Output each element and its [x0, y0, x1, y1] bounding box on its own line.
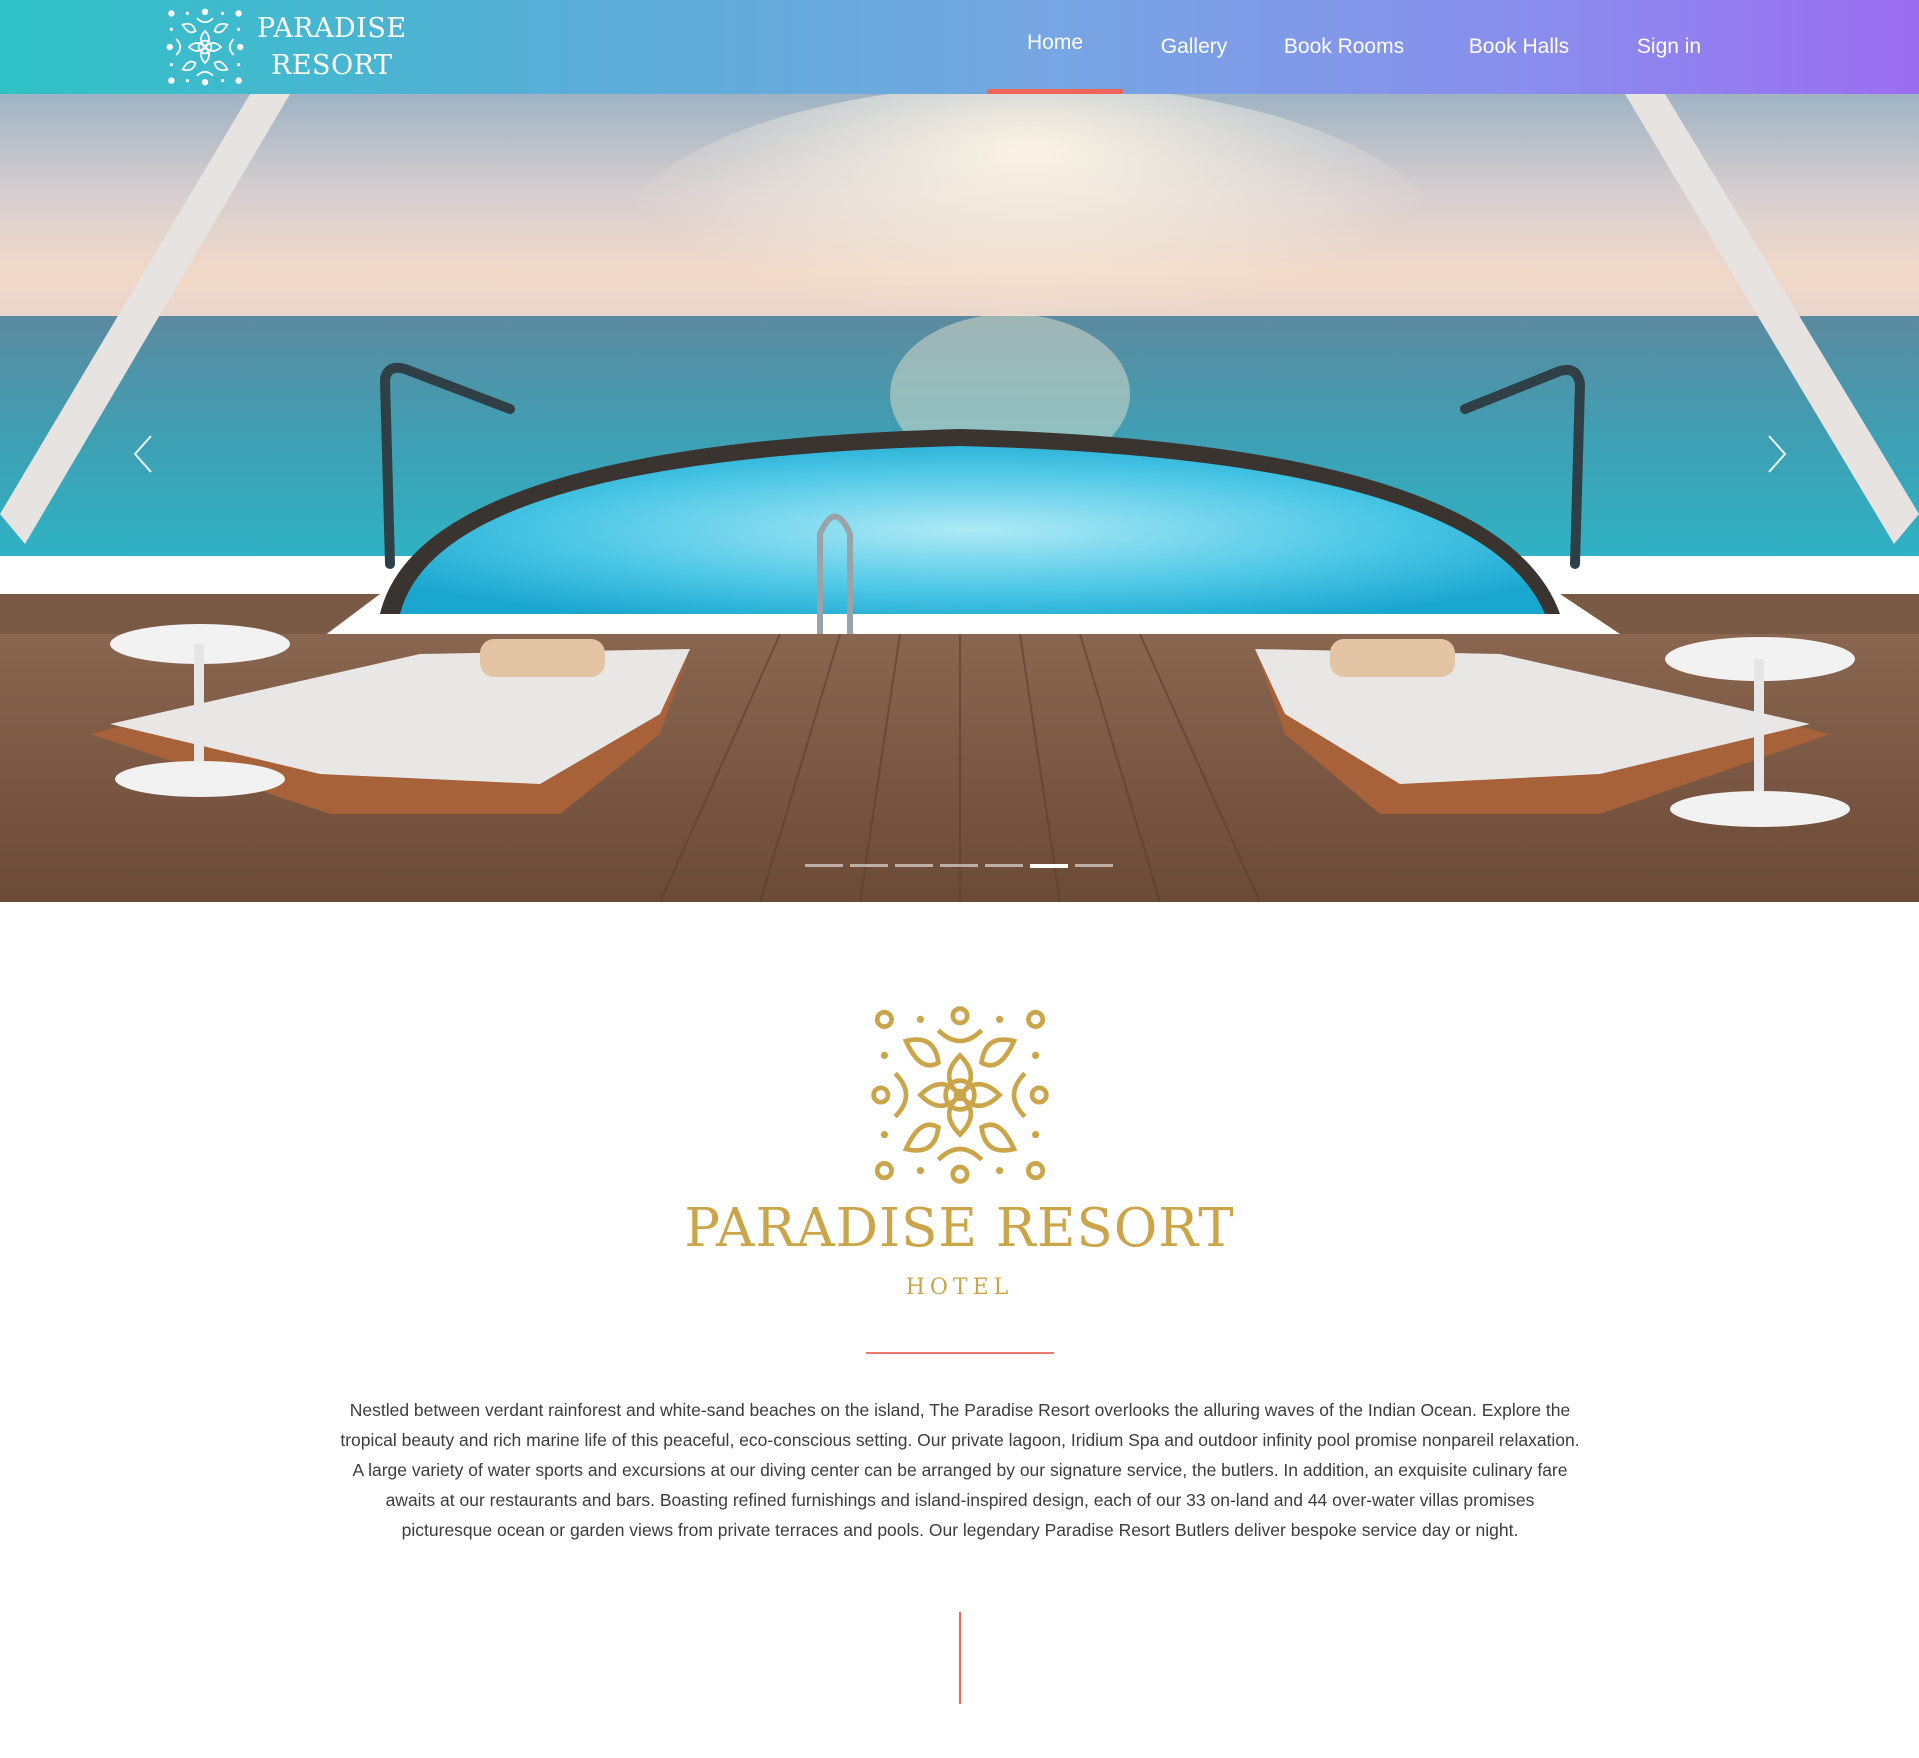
vertical-accent-line	[959, 1612, 961, 1704]
chevron-left-icon	[133, 435, 152, 473]
carousel-indicators	[805, 864, 1120, 874]
resort-description: Nestled between verdant rainforest and w…	[340, 1400, 1580, 1540]
nav-sign-in-label: Sign in	[1636, 35, 1702, 58]
chevron-right-icon	[1768, 435, 1787, 473]
carousel-indicator-1[interactable]	[805, 864, 843, 867]
resort-subtitle: HOTEL	[905, 1275, 1014, 1300]
nav-book-rooms[interactable]: Book Rooms	[1269, 0, 1419, 94]
hero-slide-image	[0, 94, 1919, 902]
nav-sign-in[interactable]: Sign in	[1609, 0, 1729, 94]
nav-book-halls-label: Book Halls	[1468, 35, 1570, 58]
carousel-indicator-7[interactable]	[1075, 864, 1113, 867]
carousel-indicator-6-active[interactable]	[1030, 864, 1068, 868]
resort-title: PARADISE RESORT	[684, 1198, 1235, 1259]
title-divider	[866, 1352, 1054, 1354]
carousel-next-button[interactable]	[1752, 424, 1802, 484]
nav-book-halls[interactable]: Book Halls	[1449, 0, 1589, 94]
ornament-logo-icon	[166, 8, 244, 86]
nav-home-label: Home	[1026, 31, 1084, 54]
nav-gallery[interactable]: Gallery	[1139, 0, 1249, 94]
nav-gallery-label: Gallery	[1160, 35, 1228, 58]
hero-carousel	[0, 94, 1919, 902]
brand[interactable]: PARADISE RESORT	[165, 6, 407, 88]
ornament-logo-icon	[871, 1006, 1049, 1184]
top-navbar: PARADISE RESORT Home Gallery Book Rooms …	[0, 0, 1919, 94]
brand-name-line2: RESORT	[271, 50, 393, 81]
carousel-prev-button[interactable]	[118, 424, 168, 484]
brand-name: PARADISE RESORT	[257, 10, 407, 84]
carousel-indicator-5[interactable]	[985, 864, 1023, 867]
carousel-indicator-4[interactable]	[940, 864, 978, 867]
carousel-indicator-2[interactable]	[850, 864, 888, 867]
nav-book-rooms-label: Book Rooms	[1283, 35, 1405, 58]
brand-name-line1: PARADISE	[257, 13, 407, 44]
nav-home[interactable]: Home	[987, 0, 1123, 94]
carousel-indicator-3[interactable]	[895, 864, 933, 867]
active-nav-underline	[987, 89, 1123, 94]
